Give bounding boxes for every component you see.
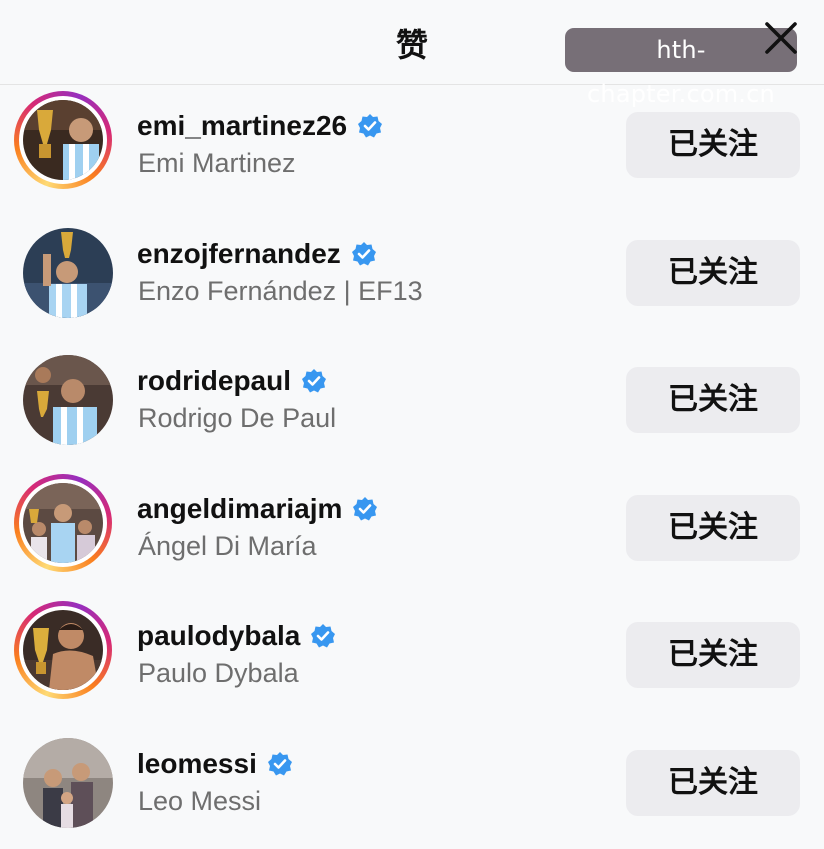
list-item[interactable]: angeldimariajm Ángel Di María 已关注 bbox=[0, 467, 824, 595]
header: 赞 hth-chapter.com.cn bbox=[0, 0, 824, 85]
verified-badge-icon bbox=[351, 241, 377, 267]
verified-badge-icon bbox=[267, 751, 293, 777]
list-item[interactable]: paulodybala Paulo Dybala 已关注 bbox=[0, 594, 824, 722]
full-name: Ángel Di María bbox=[138, 531, 317, 562]
username[interactable]: rodridepaul bbox=[137, 365, 327, 397]
username[interactable]: emi_martinez26 bbox=[137, 110, 383, 142]
avatar[interactable] bbox=[14, 91, 112, 189]
avatar[interactable] bbox=[14, 219, 112, 317]
following-button[interactable]: 已关注 bbox=[626, 367, 800, 433]
following-button[interactable]: 已关注 bbox=[626, 750, 800, 816]
list-item[interactable]: leomessi Leo Messi 已关注 bbox=[0, 722, 824, 849]
verified-badge-icon bbox=[310, 623, 336, 649]
username[interactable]: angeldimariajm bbox=[137, 493, 378, 525]
avatar[interactable] bbox=[14, 601, 112, 699]
close-icon[interactable] bbox=[763, 20, 799, 56]
verified-badge-icon bbox=[352, 496, 378, 522]
full-name: Rodrigo De Paul bbox=[138, 403, 336, 434]
verified-badge-icon bbox=[301, 368, 327, 394]
following-button[interactable]: 已关注 bbox=[626, 495, 800, 561]
following-button[interactable]: 已关注 bbox=[626, 240, 800, 306]
list-item[interactable]: rodridepaul Rodrigo De Paul 已关注 bbox=[0, 339, 824, 467]
username[interactable]: enzojfernandez bbox=[137, 238, 377, 270]
list-item[interactable]: enzojfernandez Enzo Fernández | EF13 已关注 bbox=[0, 212, 824, 340]
full-name: Paulo Dybala bbox=[138, 658, 299, 689]
following-button[interactable]: 已关注 bbox=[626, 112, 800, 178]
full-name: Enzo Fernández | EF13 bbox=[138, 276, 423, 307]
username[interactable]: leomessi bbox=[137, 748, 293, 780]
avatar[interactable] bbox=[14, 729, 112, 827]
username[interactable]: paulodybala bbox=[137, 620, 336, 652]
full-name: Leo Messi bbox=[138, 786, 261, 817]
avatar[interactable] bbox=[14, 474, 112, 572]
full-name: Emi Martinez bbox=[138, 148, 296, 179]
avatar[interactable] bbox=[14, 346, 112, 444]
following-button[interactable]: 已关注 bbox=[626, 622, 800, 688]
verified-badge-icon bbox=[357, 113, 383, 139]
list-item[interactable]: emi_martinez26 Emi Martinez 已关注 bbox=[0, 84, 824, 212]
likes-list: emi_martinez26 Emi Martinez 已关注 bbox=[0, 84, 824, 849]
